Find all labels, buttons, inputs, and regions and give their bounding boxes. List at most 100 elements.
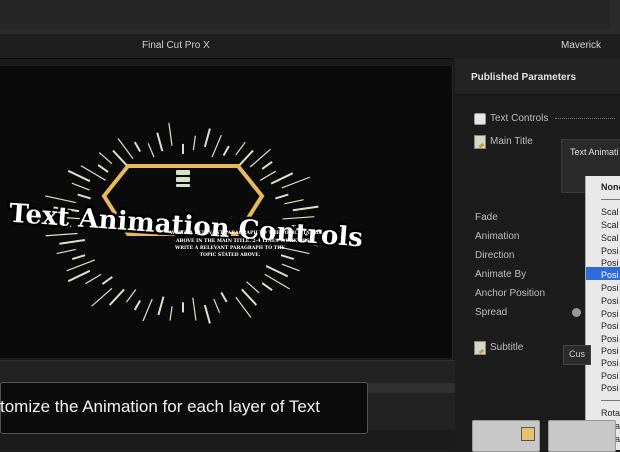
menu-bar [0, 0, 620, 35]
sunburst-ray [117, 138, 134, 160]
caption-text: tomize the Animation for each layer of T… [0, 397, 321, 416]
paragraph-line-2: ABOVE IN THE MAIN TITLE. 2-4 LINES WORK … [175, 238, 314, 244]
sunburst-ray [97, 164, 109, 173]
sunburst-ray [192, 297, 197, 321]
menu-item[interactable]: Posi [601, 358, 619, 368]
inspector-thumbnail-2[interactable] [548, 420, 616, 452]
menu-item-selected[interactable]: Posi [601, 270, 619, 280]
title-preview-graphic: Text Animation Controls WRITE A RELEVANT… [6, 122, 366, 324]
animation-dropdown-menu[interactable]: None Scal Scal Scal Posi Posi Posi Posi … [585, 176, 620, 450]
sunburst-ray [270, 172, 294, 185]
sunburst-ray [66, 259, 96, 272]
app-title: Final Cut Pro X [142, 40, 210, 51]
sunburst-ray [235, 296, 252, 318]
project-name[interactable]: Maverick [561, 40, 601, 51]
sunburst-ray [45, 232, 78, 237]
sunburst-ray [203, 304, 211, 324]
menu-item[interactable]: Posi [601, 246, 619, 256]
sunburst-ray [281, 263, 300, 272]
sunburst-ray [108, 288, 125, 306]
custom-popup-label: Cus [569, 349, 586, 359]
viewer[interactable]: Text Animation Controls WRITE A RELEVANT… [0, 66, 453, 358]
sunburst-ray [237, 149, 254, 167]
menu-item[interactable]: Rota [601, 408, 620, 418]
inspector-title: Published Parameters [471, 72, 577, 83]
sunburst-ray [133, 300, 142, 311]
sunburst-ray [213, 298, 221, 314]
sunburst-ray [261, 161, 273, 170]
menu-item[interactable]: Posi [601, 321, 619, 331]
sunburst-ray [56, 248, 76, 255]
subtitle-label: Subtitle [490, 342, 524, 353]
sunburst-ray [71, 254, 86, 261]
menu-item[interactable]: Posi [601, 346, 619, 356]
sunburst-ray [156, 132, 164, 152]
menu-separator [601, 199, 620, 200]
sunburst-ray [259, 170, 277, 181]
sunburst-ray [192, 135, 196, 151]
sunburst-ray [142, 298, 153, 322]
sunburst-ray [280, 254, 295, 261]
toolbar [0, 0, 610, 30]
sunburst-ray [67, 169, 91, 183]
param-animate-by: Animate By [475, 269, 527, 280]
sunburst-ray [125, 289, 137, 303]
title-bar [0, 34, 620, 59]
sunburst-ray [71, 182, 90, 191]
menu-item[interactable]: Scal [601, 207, 619, 217]
menu-separator [601, 400, 620, 401]
sunburst-ray [101, 276, 113, 285]
sunburst-ray [241, 288, 258, 306]
separator-line [555, 118, 615, 119]
menu-item[interactable]: Posi [601, 283, 619, 293]
sunburst-ray [59, 239, 86, 245]
menu-item[interactable]: Posi [601, 371, 619, 381]
sunburst-ray [67, 269, 91, 283]
menu-item[interactable]: Posi [601, 383, 619, 393]
thumbnail-note-icon [521, 427, 535, 441]
param-anchor-position: Anchor Position [475, 288, 546, 299]
sunburst-ray [147, 143, 155, 158]
sunburst-ray [261, 282, 273, 291]
sunburst-ray [281, 176, 311, 189]
sunburst-ray [112, 149, 129, 167]
sunburst-ray [203, 128, 211, 148]
sunburst-ray [222, 145, 230, 156]
param-direction: Direction [475, 250, 515, 261]
param-spread: Spread [475, 307, 508, 318]
menu-item[interactable]: Posi [601, 296, 619, 306]
sunburst-ray [265, 265, 289, 278]
text-controls-checkbox[interactable] [474, 113, 486, 125]
text-animation-popup-label: Text Animati [570, 147, 619, 157]
badge-emblem-icon [176, 170, 190, 187]
menu-item[interactable]: Scal [601, 233, 619, 243]
main-title-label: Main Title [490, 136, 533, 147]
sunburst-ray [235, 141, 246, 156]
menu-item[interactable]: Posi [601, 258, 619, 268]
menu-item[interactable]: Posi [601, 334, 619, 344]
sunburst-ray [98, 152, 113, 165]
sunburst-ray [77, 193, 91, 200]
main-title-note-icon [474, 135, 486, 149]
param-fade: Fade [475, 212, 498, 223]
paragraph-line-4: TOPIC STATED ABOVE. [200, 252, 261, 258]
sunburst-ray [133, 141, 142, 152]
sunburst-ray [292, 205, 319, 212]
sunburst-ray [284, 199, 304, 205]
menu-item[interactable]: Posi [601, 309, 619, 319]
sunburst-ray [220, 292, 228, 303]
sunburst-ray [246, 281, 260, 294]
paragraph-line-1: WRITE A RELEVANT PARAGRAPH TO THE TOPIC … [169, 230, 320, 236]
sunburst-ray [157, 296, 165, 316]
spread-slider-knob[interactable] [572, 308, 581, 317]
menu-item-none[interactable]: None [601, 182, 620, 192]
sunburst-ray [169, 306, 173, 321]
paragraph-line-3: WRITE A RELEVANT PARAGRAPH TO THE [174, 245, 285, 251]
sunburst-ray [91, 287, 113, 307]
sunburst-ray [85, 273, 102, 285]
sunburst-ray [275, 193, 289, 200]
sunburst-ray [211, 134, 222, 158]
menu-item[interactable]: Scal [601, 220, 619, 230]
text-controls-label: Text Controls [490, 113, 549, 124]
sunburst-ray [168, 122, 173, 146]
